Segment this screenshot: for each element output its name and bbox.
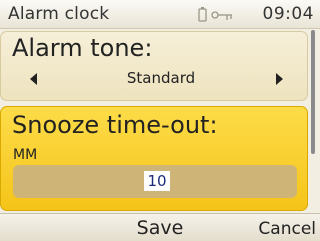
save-button[interactable]: Save (120, 217, 200, 239)
arrow-right-icon[interactable] (272, 70, 286, 88)
arrow-left-icon[interactable] (27, 70, 41, 88)
scrollbar-thumb[interactable] (311, 30, 315, 154)
clock-time: 09:04 (262, 4, 314, 24)
snooze-timeout-setting[interactable]: Snooze time-out: MM 10 (0, 106, 308, 211)
softkey-bar: Save Cancel (0, 213, 320, 241)
bluetooth-icon (211, 11, 232, 20)
status-bar: Alarm clock 09:04 (0, 0, 320, 29)
alarm-tone-label: Alarm tone: (12, 34, 153, 62)
snooze-value-input[interactable]: 10 (144, 171, 170, 191)
app-title: Alarm clock (8, 4, 110, 24)
snooze-value-field[interactable]: 10 (13, 165, 297, 198)
alarm-tone-value: Standard (126, 69, 196, 87)
scrollbar[interactable] (310, 30, 318, 208)
snooze-timeout-label: Snooze time-out: (12, 111, 218, 139)
alarm-tone-setting[interactable]: Alarm tone: Standard (0, 31, 308, 101)
status-icons (198, 6, 238, 24)
cancel-button[interactable]: Cancel (258, 219, 316, 239)
snooze-unit-label: MM (13, 147, 38, 163)
battery-icon (198, 7, 207, 22)
